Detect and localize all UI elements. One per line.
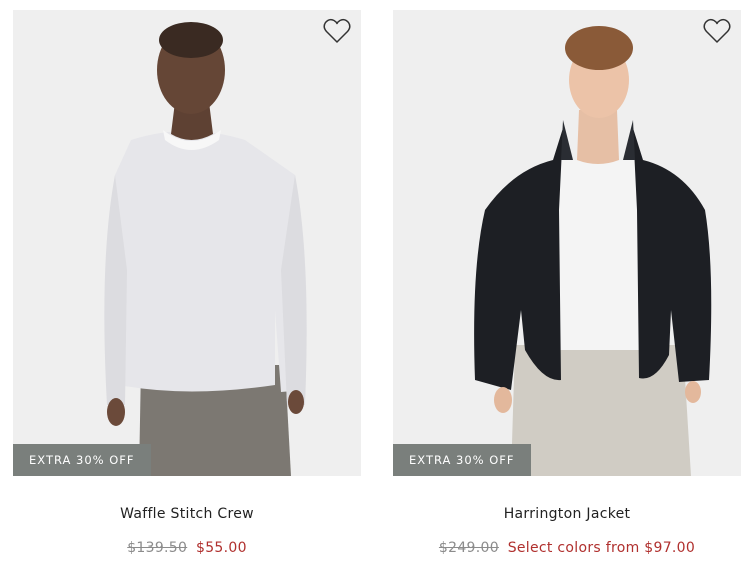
sale-price: Select colors from $97.00: [507, 540, 696, 556]
product-image[interactable]: EXTRA 30% OFF: [393, 10, 741, 476]
wishlist-button[interactable]: [323, 18, 351, 44]
discount-badge: EXTRA 30% OFF: [393, 444, 531, 476]
heart-outline-icon: [323, 18, 351, 43]
heart-outline-icon: [703, 18, 731, 43]
model-photo: [104, 22, 307, 476]
product-price: $139.50 $55.00: [13, 540, 361, 556]
product-card[interactable]: EXTRA 30% OFF Harrington Jacket $249.00 …: [393, 10, 741, 556]
sale-price: $55.00: [195, 540, 247, 556]
wishlist-button[interactable]: [703, 18, 731, 44]
product-name[interactable]: Harrington Jacket: [393, 506, 741, 522]
model-photo: [474, 26, 712, 476]
discount-badge: EXTRA 30% OFF: [13, 444, 151, 476]
product-price: $249.00 Select colors from $97.00: [393, 540, 741, 556]
product-name[interactable]: Waffle Stitch Crew: [13, 506, 361, 522]
product-image[interactable]: EXTRA 30% OFF: [13, 10, 361, 476]
product-card[interactable]: EXTRA 30% OFF Waffle Stitch Crew $139.50…: [13, 10, 361, 556]
original-price: $139.50: [127, 540, 188, 556]
original-price: $249.00: [438, 540, 499, 556]
